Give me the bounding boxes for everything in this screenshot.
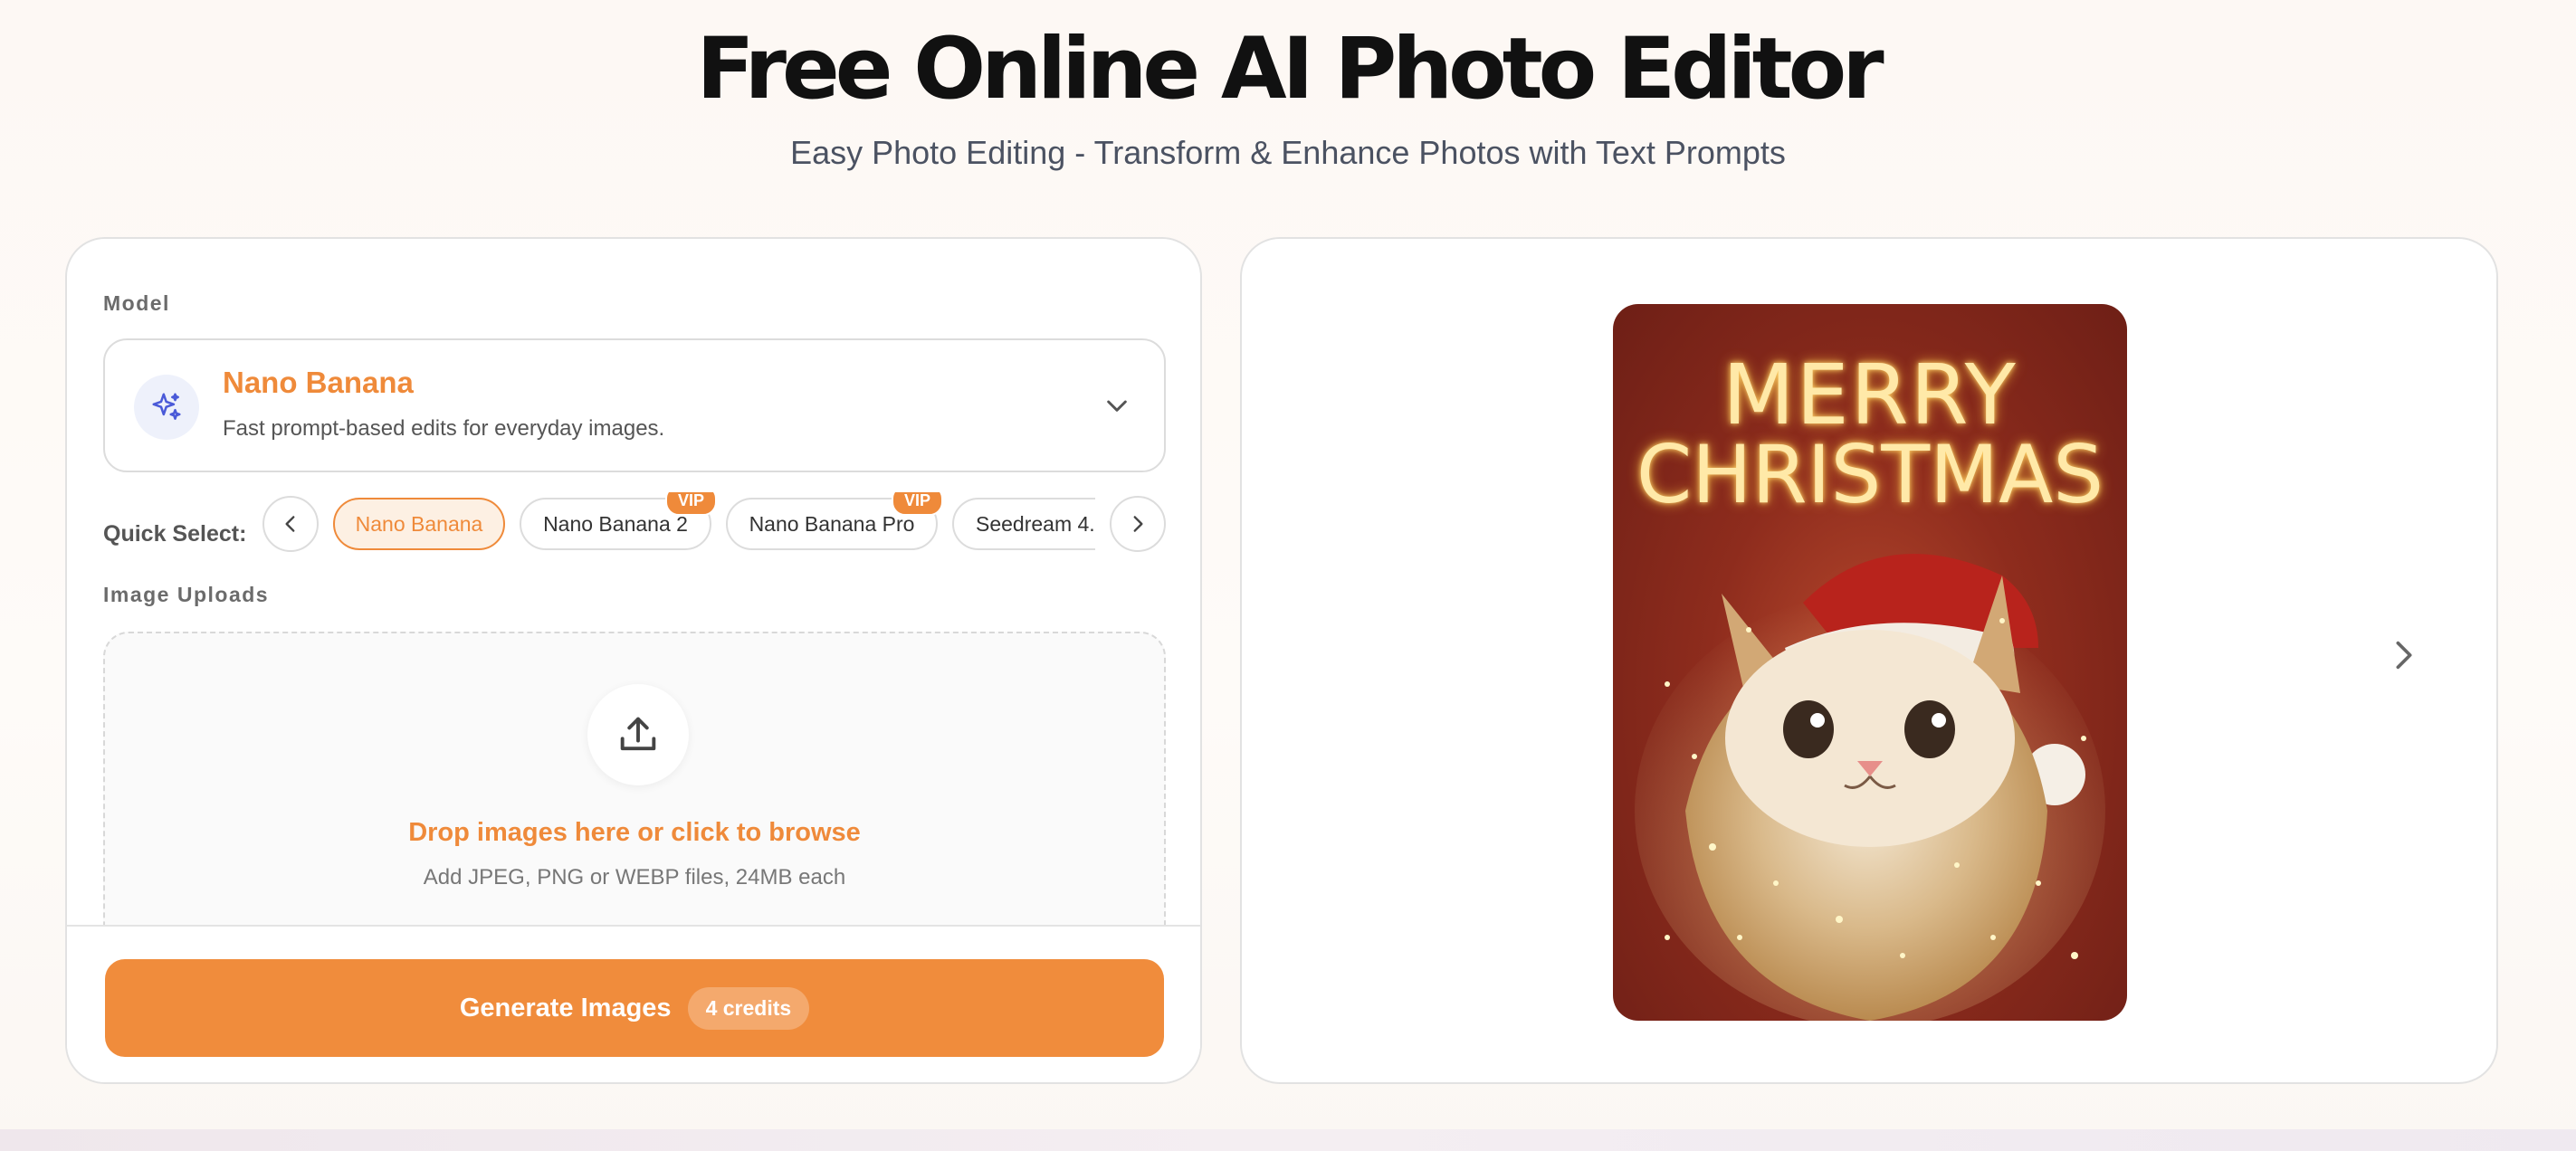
page-title: Free Online AI Photo Editor bbox=[696, 20, 1884, 119]
chevron-left-icon bbox=[285, 516, 295, 532]
chevron-right-icon[interactable] bbox=[2386, 637, 2422, 673]
quick-select-next-button[interactable] bbox=[1110, 496, 1166, 552]
chip-nano-banana-pro[interactable]: Nano Banana Pro VIP bbox=[726, 492, 943, 550]
preview-panel: MERRY CHRISTMAS bbox=[1240, 237, 2498, 1084]
dropzone-hint: Add JPEG, PNG or WEBP files, 24MB each bbox=[423, 865, 846, 889]
quick-select-prev-button[interactable] bbox=[262, 496, 319, 552]
quick-select-chips: Nano Banana Nano Banana 2 VIP Nano Banan… bbox=[333, 492, 1095, 556]
chip-label: Nano Banana 2 bbox=[543, 511, 688, 536]
chip-nano-banana[interactable]: Nano Banana bbox=[333, 498, 505, 550]
vip-badge: VIP bbox=[891, 492, 943, 516]
chip-label: Nano Banana bbox=[355, 511, 483, 536]
image-uploads-label: Image Uploads bbox=[103, 583, 270, 606]
generate-label: Generate Images bbox=[459, 993, 672, 1023]
vip-badge: VIP bbox=[664, 492, 717, 516]
chevron-right-icon bbox=[1133, 516, 1143, 532]
model-description: Fast prompt-based edits for everyday ima… bbox=[223, 416, 665, 441]
chip-seedream[interactable]: Seedream 4. bbox=[952, 498, 1095, 550]
model-dropdown[interactable]: Nano Banana Fast prompt-based edits for … bbox=[103, 338, 1166, 472]
model-name: Nano Banana bbox=[223, 366, 414, 399]
upload-icon bbox=[587, 684, 689, 785]
bottom-strip bbox=[0, 1129, 2576, 1151]
chip-label: Seedream 4. bbox=[976, 511, 1095, 536]
image-dropzone[interactable]: Drop images here or click to browse Add … bbox=[103, 632, 1166, 957]
kitten-illustration bbox=[1635, 554, 2105, 1021]
chip-label: Nano Banana Pro bbox=[749, 511, 915, 536]
credits-badge: 4 credits bbox=[687, 986, 810, 1030]
editor-panel: Model Nano Banana Fast prompt-based edit… bbox=[65, 237, 1202, 1084]
quick-select-label: Quick Select: bbox=[103, 521, 247, 547]
generate-footer: Generate Images 4 credits bbox=[67, 925, 1200, 1082]
preview-image: MERRY CHRISTMAS bbox=[1613, 304, 2127, 1021]
chevron-down-icon bbox=[1107, 400, 1127, 412]
generate-images-button[interactable]: Generate Images 4 credits bbox=[105, 959, 1164, 1057]
chip-nano-banana-2[interactable]: Nano Banana 2 VIP bbox=[520, 492, 717, 550]
model-label: Model bbox=[103, 291, 170, 315]
sparkles-icon bbox=[134, 375, 199, 440]
page-subtitle: Easy Photo Editing - Transform & Enhance… bbox=[790, 134, 1786, 171]
dropzone-title: Drop images here or click to browse bbox=[408, 818, 861, 847]
